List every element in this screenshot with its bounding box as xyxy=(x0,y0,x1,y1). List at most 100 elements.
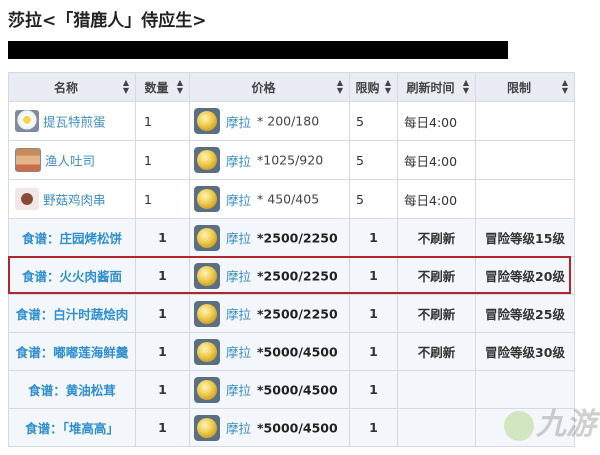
table-row: 食谱：黄油松茸 1 摩拉 *5000/4500 1 xyxy=(8,370,575,409)
refresh-cell: 不刷新 xyxy=(397,256,476,295)
mora-coin-icon xyxy=(194,414,220,441)
price-cell: 摩拉 *1025/920 xyxy=(189,140,350,180)
mora-coin-icon xyxy=(194,338,220,365)
table-row: 提瓦特煎蛋 1 摩拉 * 200/180 5 每日4:00 xyxy=(8,101,575,141)
sort-icon[interactable]: ▲ ▼ xyxy=(562,79,568,95)
price-cell: 摩拉 *2500/2250 xyxy=(189,218,350,257)
recipe-link[interactable]: 食谱：白汁时蔬烩肉 xyxy=(8,294,136,333)
recipe-link[interactable]: 食谱：火火肉酱面 xyxy=(8,256,136,295)
recipe-link[interactable]: 食谱：嘟嘟莲海鲜羹 xyxy=(8,332,136,371)
limit-cell: 1 xyxy=(349,408,398,447)
page-title: 莎拉<「猎鹿人」侍应生> xyxy=(8,11,207,31)
currency-link[interactable]: 摩拉 xyxy=(226,231,251,246)
price-cell: 摩拉 *5000/4500 xyxy=(189,408,350,447)
qty-cell: 1 xyxy=(135,140,190,180)
fried-egg-icon xyxy=(15,110,39,132)
refresh-cell xyxy=(397,370,476,409)
currency-link[interactable]: 摩拉 xyxy=(226,193,251,208)
restrict-cell xyxy=(475,101,575,141)
item-name-cell: 渔人吐司 xyxy=(8,140,136,180)
mora-coin-icon xyxy=(194,376,220,403)
qty-cell: 1 xyxy=(135,370,190,409)
mora-coin-icon xyxy=(194,108,220,134)
refresh-cell: 每日4:00 xyxy=(397,179,476,219)
price-cell: 摩拉 * 450/405 xyxy=(189,179,350,219)
limit-cell: 1 xyxy=(349,256,398,295)
redacted-bar xyxy=(8,41,508,59)
qty-cell: 1 xyxy=(135,256,190,295)
qty-cell: 1 xyxy=(135,218,190,257)
skewer-icon xyxy=(15,188,39,210)
sort-icon[interactable]: ▲ ▼ xyxy=(177,79,183,95)
table-header-row: 名称 ▲ ▼ 数量 ▲ ▼ 价格 ▲ ▼ 限购 ▲ ▼ 刷新时间 ▲ ▼ 限制 ▲ ▼ xyxy=(8,72,575,102)
column-header-price[interactable]: 价格 ▲ ▼ xyxy=(189,72,350,102)
mora-coin-icon xyxy=(194,300,220,327)
qty-cell: 1 xyxy=(135,294,190,333)
qty-cell: 1 xyxy=(135,179,190,219)
table-row: 渔人吐司 1 摩拉 *1025/920 5 每日4:00 xyxy=(8,140,575,180)
limit-cell: 5 xyxy=(349,179,398,219)
currency-link[interactable]: 摩拉 xyxy=(226,115,251,130)
recipe-link[interactable]: 食谱：庄园烤松饼 xyxy=(8,218,136,257)
currency-link[interactable]: 摩拉 xyxy=(226,345,251,360)
currency-link[interactable]: 摩拉 xyxy=(226,307,251,322)
restrict-cell: 冒险等级25级 xyxy=(475,294,575,333)
column-header-name[interactable]: 名称 ▲ ▼ xyxy=(8,72,136,102)
mora-coin-icon xyxy=(194,262,220,289)
refresh-cell xyxy=(397,408,476,447)
currency-link[interactable]: 摩拉 xyxy=(226,383,251,398)
limit-cell: 5 xyxy=(349,101,398,141)
refresh-cell: 不刷新 xyxy=(397,294,476,333)
refresh-cell: 每日4:00 xyxy=(397,140,476,180)
restrict-cell xyxy=(475,140,575,180)
sort-icon[interactable]: ▲ ▼ xyxy=(123,79,129,95)
column-header-limit[interactable]: 限购 ▲ ▼ xyxy=(349,72,398,102)
restrict-cell: 冒险等级30级 xyxy=(475,332,575,371)
toast-icon xyxy=(15,148,41,172)
watermark: 九游 xyxy=(500,397,596,453)
sort-icon[interactable]: ▲ ▼ xyxy=(385,79,391,95)
price-cell: 摩拉 *5000/4500 xyxy=(189,370,350,409)
mora-coin-icon xyxy=(194,186,220,212)
price-cell: 摩拉 * 200/180 xyxy=(189,101,350,141)
column-header-restrict[interactable]: 限制 ▲ ▼ xyxy=(475,72,575,102)
item-link[interactable]: 提瓦特煎蛋 xyxy=(43,115,106,130)
price-cell: 摩拉 *5000/4500 xyxy=(189,332,350,371)
limit-cell: 1 xyxy=(349,332,398,371)
table-row: 食谱：白汁时蔬烩肉 1 摩拉 *2500/2250 1 不刷新 冒险等级25级 xyxy=(8,294,575,333)
price-cell: 摩拉 *2500/2250 xyxy=(189,256,350,295)
mora-coin-icon xyxy=(194,224,220,251)
recipe-link[interactable]: 食谱：「堆高高」 xyxy=(8,408,136,447)
table-row: 食谱：火火肉酱面 1 摩拉 *2500/2250 1 不刷新 冒险等级20级 xyxy=(8,256,575,295)
qty-cell: 1 xyxy=(135,332,190,371)
item-name-cell: 野菇鸡肉串 xyxy=(8,179,136,219)
restrict-cell xyxy=(475,179,575,219)
restrict-cell: 冒险等级20级 xyxy=(475,256,575,295)
mora-coin-icon xyxy=(194,147,220,173)
table-row: 食谱：「堆高高」 1 摩拉 *5000/4500 1 xyxy=(8,408,575,447)
column-header-refresh[interactable]: 刷新时间 ▲ ▼ xyxy=(397,72,476,102)
currency-link[interactable]: 摩拉 xyxy=(226,154,251,169)
limit-cell: 5 xyxy=(349,140,398,180)
shop-table: 名称 ▲ ▼ 数量 ▲ ▼ 价格 ▲ ▼ 限购 ▲ ▼ 刷新时间 ▲ ▼ 限制 ▲ ▼ 提瓦特煎蛋 1 … xyxy=(8,72,575,447)
watermark-logo-icon xyxy=(504,411,534,441)
sort-icon[interactable]: ▲ ▼ xyxy=(463,79,469,95)
table-row: 野菇鸡肉串 1 摩拉 * 450/405 5 每日4:00 xyxy=(8,179,575,219)
item-name-cell: 提瓦特煎蛋 xyxy=(8,101,136,141)
refresh-cell: 不刷新 xyxy=(397,218,476,257)
price-cell: 摩拉 *2500/2250 xyxy=(189,294,350,333)
currency-link[interactable]: 摩拉 xyxy=(226,421,251,436)
limit-cell: 1 xyxy=(349,294,398,333)
restrict-cell: 冒险等级15级 xyxy=(475,218,575,257)
qty-cell: 1 xyxy=(135,101,190,141)
item-link[interactable]: 野菇鸡肉串 xyxy=(43,193,106,208)
currency-link[interactable]: 摩拉 xyxy=(226,269,251,284)
table-row: 食谱：嘟嘟莲海鲜羹 1 摩拉 *5000/4500 1 不刷新 冒险等级30级 xyxy=(8,332,575,371)
recipe-link[interactable]: 食谱：黄油松茸 xyxy=(8,370,136,409)
table-row: 食谱：庄园烤松饼 1 摩拉 *2500/2250 1 不刷新 冒险等级15级 xyxy=(8,218,575,257)
sort-icon[interactable]: ▲ ▼ xyxy=(337,79,343,95)
refresh-cell: 每日4:00 xyxy=(397,101,476,141)
column-header-qty[interactable]: 数量 ▲ ▼ xyxy=(135,72,190,102)
item-link[interactable]: 渔人吐司 xyxy=(45,154,95,169)
qty-cell: 1 xyxy=(135,408,190,447)
